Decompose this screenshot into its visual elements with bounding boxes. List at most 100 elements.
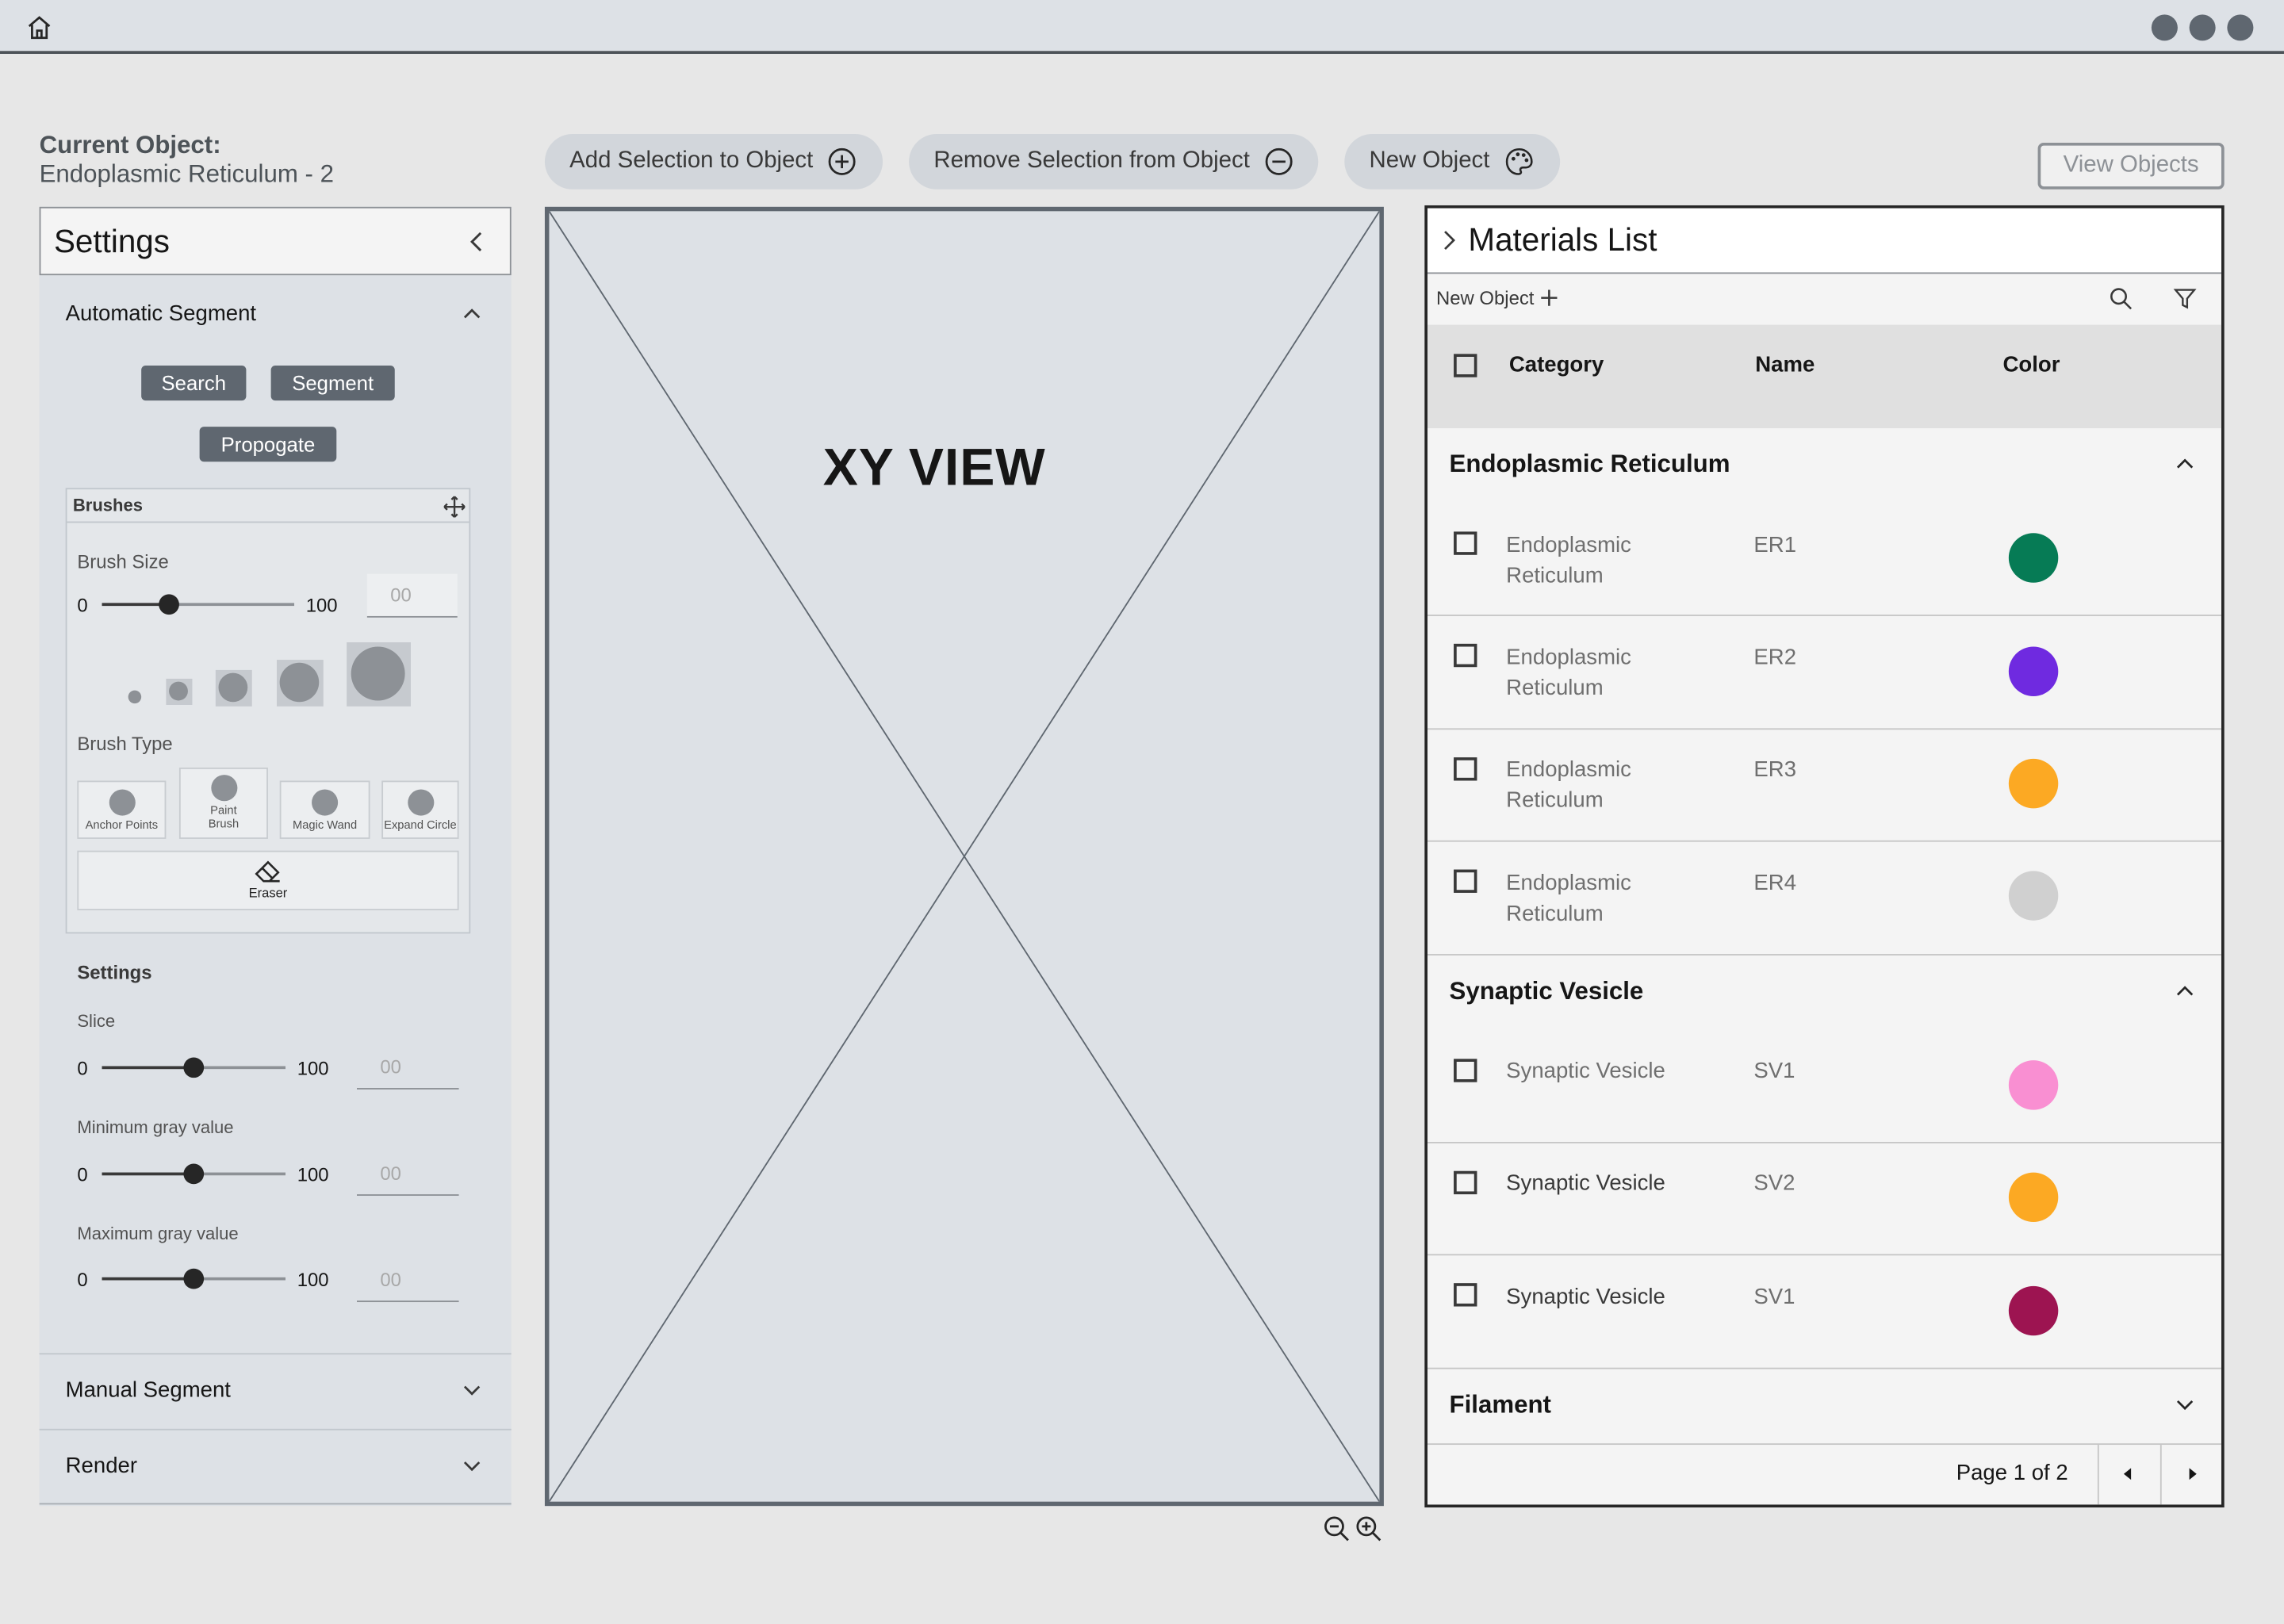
slice-slider-handle[interactable] [183,1057,205,1078]
render-title[interactable]: Render [66,1454,137,1478]
row-checkbox[interactable] [1454,757,1477,781]
brush-size-xl[interactable] [347,642,411,707]
zoom-in-icon[interactable] [1355,1515,1382,1542]
slice-max: 100 [297,1057,329,1080]
min-gray-min: 0 [77,1163,88,1186]
row-checkbox[interactable] [1454,1170,1477,1195]
pagination-bar [1427,1443,2222,1505]
row-checkbox[interactable] [1454,1283,1477,1307]
row-name: ER1 [1753,533,1797,558]
chevron-left-icon[interactable] [466,230,487,253]
pager-divider [2159,1445,2162,1505]
column-header-name[interactable]: Name [1755,352,1815,377]
home-icon[interactable] [26,14,52,40]
chevron-up-icon[interactable] [2175,456,2195,470]
brush-size-l[interactable] [276,660,324,707]
select-all-checkbox[interactable] [1454,354,1477,377]
group-title-filament[interactable]: Filament [1450,1391,1551,1420]
divider [39,1353,512,1355]
group-title-synaptic-vesicle[interactable]: Synaptic Vesicle [1450,977,1644,1006]
slider-settings-title: Settings [77,961,152,983]
column-header-category[interactable]: Category [1509,352,1604,377]
chevron-up-icon[interactable] [2175,983,2195,998]
eraser-label: Eraser [248,885,288,901]
next-page-icon[interactable] [2183,1465,2201,1483]
search-button[interactable]: Search [141,366,247,401]
add-selection-label: Add Selection to Object [569,148,814,174]
group-title-endoplasmic-reticulum[interactable]: Endoplasmic Reticulum [1450,450,1730,480]
brush-size-s[interactable] [166,678,193,705]
row-divider [1427,728,2222,730]
new-object-link[interactable]: New Object [1436,286,1559,309]
color-swatch[interactable] [2008,1060,2059,1110]
magic-wand-brush[interactable]: Magic Wand [279,780,370,839]
propagate-button[interactable]: Propogate [199,427,337,462]
color-swatch[interactable] [2008,758,2059,809]
filter-icon[interactable] [2173,287,2197,310]
min-gray-slider-handle[interactable] [183,1163,205,1185]
window-dot-icon[interactable] [2227,14,2254,41]
row-divider [1427,1367,2222,1369]
plus-circle-icon [828,147,857,177]
move-icon[interactable] [443,495,466,518]
chevron-down-icon[interactable] [462,1459,482,1473]
brush-size-min: 0 [77,594,88,616]
row-checkbox[interactable] [1454,869,1477,893]
column-header-color[interactable]: Color [2003,352,2060,377]
slice-label: Slice [77,1010,116,1032]
remove-selection-button[interactable]: Remove Selection from Object [909,133,1319,190]
segment-button[interactable]: Segment [270,366,395,401]
color-swatch[interactable] [2008,1172,2059,1223]
chevron-up-icon[interactable] [462,306,482,320]
row-name: SV1 [1753,1284,1795,1310]
row-checkbox[interactable] [1454,531,1477,555]
slice-min: 0 [77,1057,88,1080]
brush-size-xs[interactable] [125,688,143,705]
row-checkbox[interactable] [1454,1059,1477,1082]
max-gray-input[interactable]: 00 [356,1258,459,1303]
minus-circle-icon [1264,147,1293,177]
chevron-down-icon[interactable] [2175,1398,2195,1412]
row-category: Synaptic Vesicle [1506,1284,1665,1310]
anchor-points-brush[interactable]: Anchor Points [77,780,167,839]
window-dot-icon[interactable] [2151,14,2178,41]
slice-input[interactable]: 00 [356,1046,459,1090]
new-object-link-label: New Object [1436,286,1535,309]
chevron-right-icon[interactable] [1441,228,1458,251]
row-category: Synaptic Vesicle [1506,1059,1665,1084]
magic-wand-label: Magic Wand [293,818,358,832]
eraser-button[interactable]: Eraser [77,850,459,910]
color-swatch[interactable] [2008,1285,2059,1336]
remove-selection-label: Remove Selection from Object [933,148,1250,174]
top-bar [0,0,2284,54]
brushes-title: Brushes [67,489,469,523]
paint-brush-label: Paint Brush [208,803,240,830]
brush-size-input[interactable]: 00 [366,573,458,618]
brush-size-m[interactable] [215,669,252,707]
max-gray-slider-handle[interactable] [183,1268,205,1289]
brush-size-max: 100 [305,594,338,616]
view-objects-button[interactable]: View Objects [2037,142,2225,190]
xy-viewer[interactable] [544,206,1384,1507]
row-name: ER2 [1753,645,1797,670]
color-swatch[interactable] [2008,646,2059,696]
chevron-down-icon[interactable] [462,1384,482,1398]
previous-page-icon[interactable] [2119,1465,2136,1483]
new-object-button[interactable]: New Object [1344,133,1561,190]
row-name: ER3 [1753,757,1797,783]
window-dot-icon[interactable] [2189,14,2216,41]
paint-brush[interactable]: Paint Brush [178,767,268,839]
color-swatch[interactable] [2008,871,2059,921]
color-swatch[interactable] [2008,533,2059,583]
pager-divider [2097,1445,2099,1505]
expand-circle-brush[interactable]: Expand Circle [381,780,459,839]
manual-segment-title[interactable]: Manual Segment [66,1378,231,1403]
zoom-out-icon[interactable] [1323,1515,1351,1542]
search-icon[interactable] [2110,287,2133,310]
min-gray-input[interactable]: 00 [356,1152,459,1196]
add-selection-button[interactable]: Add Selection to Object [544,133,883,190]
row-checkbox[interactable] [1454,643,1477,668]
new-object-label: New Object [1369,148,1490,174]
magic-wand-icon [312,789,339,816]
automatic-segment-title[interactable]: Automatic Segment [66,301,256,326]
